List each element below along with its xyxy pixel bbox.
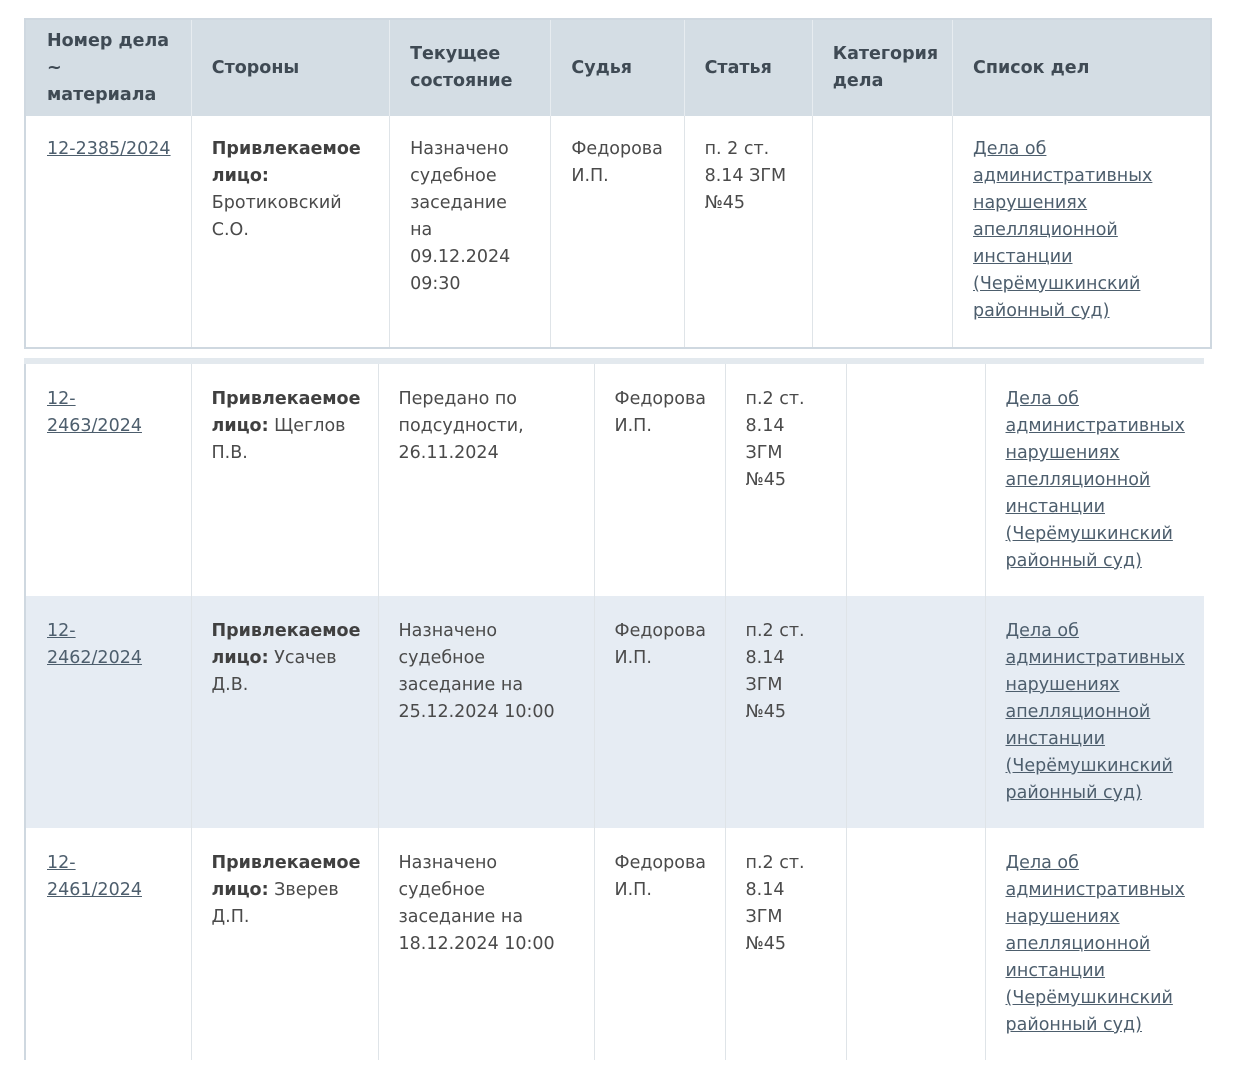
case-number-cell: 12-2463/2024 — [25, 364, 192, 596]
judge-cell: Федорова И.П. — [550, 116, 685, 348]
table-header-row: Номер дела ~ материала Стороны Текущее с… — [25, 19, 1211, 116]
category-cell — [846, 364, 986, 596]
party-role: Привлекаемое лицо: — [211, 139, 361, 186]
case-list-link[interactable]: Дела об административных нарушениях апел… — [1006, 853, 1185, 1035]
parties-cell: Привлекаемое лицо: Усачев Д.В. — [191, 596, 379, 828]
case-number-link[interactable]: 12-2462/2024 — [47, 621, 142, 668]
header-judge: Судья — [550, 19, 685, 116]
table-row: 12-2385/2024 Привлекаемое лицо: Бротиков… — [25, 116, 1211, 348]
table-row: 12-2463/2024 Привлекаемое лицо: Щеглов П… — [25, 364, 1204, 596]
article-cell: п.2 ст. 8.14 ЗГМ №45 — [725, 364, 847, 596]
judge-cell: Федорова И.П. — [594, 596, 726, 828]
case-list-link[interactable]: Дела об административных нарушениях апел… — [1006, 621, 1185, 803]
judge-cell: Федорова И.П. — [594, 828, 726, 1060]
list-cell: Дела об административных нарушениях апел… — [952, 116, 1211, 348]
status-cell: Назначено судебное заседание на 09.12.20… — [389, 116, 552, 348]
cases-table-header: Номер дела ~ материала Стороны Текущее с… — [24, 18, 1212, 349]
case-number-link[interactable]: 12-2463/2024 — [47, 389, 142, 436]
cases-table: 12-2463/2024 Привлекаемое лицо: Щеглов П… — [24, 364, 1204, 1060]
case-number-link[interactable]: 12-2461/2024 — [47, 853, 142, 900]
category-cell — [846, 596, 986, 828]
party-name: Бротиковский С.О. — [211, 193, 342, 240]
header-status: Текущее состояние — [389, 19, 552, 116]
parties-cell: Привлекаемое лицо: Щеглов П.В. — [191, 364, 379, 596]
case-number-cell: 12-2461/2024 — [25, 828, 192, 1060]
article-cell: п.2 ст. 8.14 ЗГМ №45 — [725, 828, 847, 1060]
table-row: 12-2461/2024 Привлекаемое лицо: Зверев Д… — [25, 828, 1204, 1060]
header-article: Статья — [684, 19, 813, 116]
header-list: Список дел — [952, 19, 1211, 116]
case-number-cell: 12-2385/2024 — [25, 116, 192, 348]
case-list-link[interactable]: Дела об административных нарушениях апел… — [973, 139, 1152, 321]
list-cell: Дела об административных нарушениях апел… — [985, 596, 1204, 828]
status-cell: Передано по подсудности, 26.11.2024 — [378, 364, 595, 596]
list-cell: Дела об административных нарушениях апел… — [985, 364, 1204, 596]
case-number-cell: 12-2462/2024 — [25, 596, 192, 828]
table-row: 12-2462/2024 Привлекаемое лицо: Усачев Д… — [25, 596, 1204, 828]
list-cell: Дела об административных нарушениях апел… — [985, 828, 1204, 1060]
parties-cell: Привлекаемое лицо: Зверев Д.П. — [191, 828, 379, 1060]
cases-table-body: 12-2463/2024 Привлекаемое лицо: Щеглов П… — [24, 358, 1204, 1064]
category-cell — [846, 828, 986, 1060]
header-parties: Стороны — [191, 19, 391, 116]
status-cell: Назначено судебное заседание на 18.12.20… — [378, 828, 595, 1060]
parties-cell: Привлекаемое лицо: Бротиковский С.О. — [191, 116, 391, 348]
status-cell: Назначено судебное заседание на 25.12.20… — [378, 596, 595, 828]
judge-cell: Федорова И.П. — [594, 364, 726, 596]
header-category: Категория дела — [812, 19, 954, 116]
category-cell — [812, 116, 954, 348]
case-list-link[interactable]: Дела об административных нарушениях апел… — [1006, 389, 1185, 571]
header-case-number: Номер дела ~ материала — [25, 19, 192, 116]
article-cell: п. 2 ст. 8.14 ЗГМ №45 — [684, 116, 813, 348]
article-cell: п.2 ст. 8.14 ЗГМ №45 — [725, 596, 847, 828]
case-number-link[interactable]: 12-2385/2024 — [47, 139, 171, 159]
